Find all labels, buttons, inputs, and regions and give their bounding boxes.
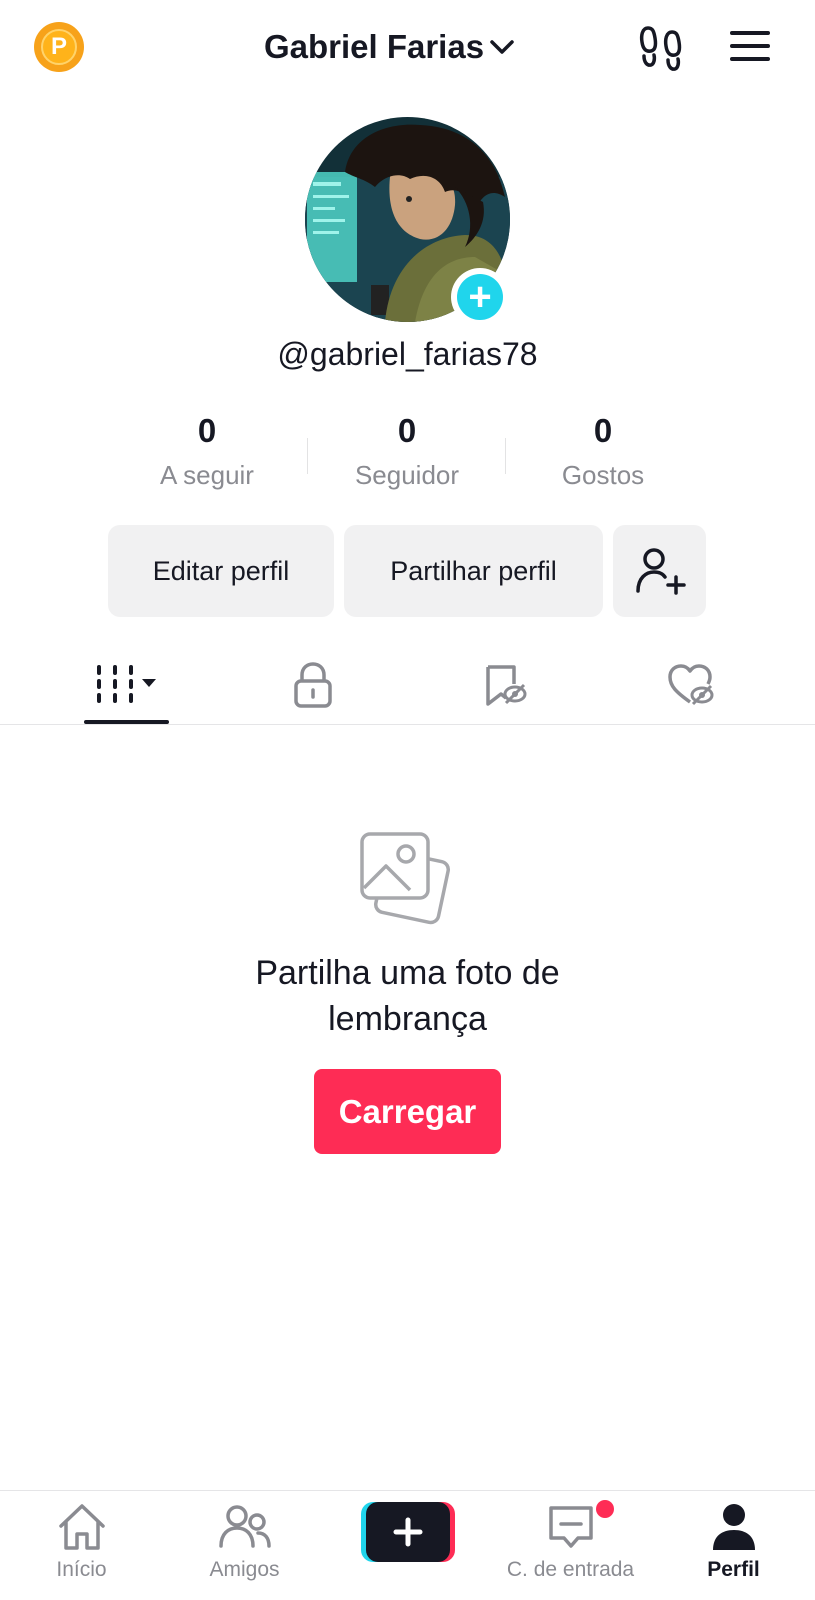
- page-title: Gabriel Farias: [263, 28, 485, 65]
- inbox-icon: [548, 1506, 593, 1548]
- coin-letter: P: [41, 29, 77, 65]
- liked-icon: [667, 664, 713, 706]
- upload-button[interactable]: Carregar: [314, 1069, 501, 1154]
- profile-icon: [712, 1504, 755, 1550]
- friends-icon: [218, 1505, 271, 1548]
- nav-inbox[interactable]: C. de entrada: [489, 1500, 652, 1595]
- nav-profile[interactable]: Perfil: [652, 1500, 815, 1595]
- nav-label: Amigos: [209, 1558, 280, 1581]
- footprint-icon[interactable]: [636, 22, 686, 72]
- edit-profile-button[interactable]: Editar perfil: [108, 525, 334, 617]
- home-icon: [58, 1504, 105, 1550]
- stat-value: 0: [593, 412, 613, 449]
- edit-profile-label: Editar perfil: [152, 555, 290, 586]
- add-user-icon: [635, 548, 686, 595]
- profile-handle: @gabriel_farias78: [277, 336, 538, 372]
- coin-icon[interactable]: P: [34, 22, 84, 72]
- menu-icon[interactable]: [728, 26, 772, 66]
- empty-state-message: Partilha uma foto de lembrança: [255, 954, 560, 1038]
- tabs-divider: [0, 724, 815, 725]
- nav-label: C. de entrada: [506, 1558, 635, 1581]
- account-switcher[interactable]: Gabriel Farias: [230, 24, 550, 70]
- stat-value: 0: [197, 412, 217, 449]
- stat-label: A seguir: [160, 460, 254, 490]
- chevron-down-icon: [490, 40, 514, 54]
- stat-divider: [307, 438, 308, 474]
- nav-label: Início: [56, 1558, 107, 1581]
- add-avatar-button[interactable]: +: [451, 268, 509, 326]
- plus-icon: +: [457, 274, 503, 320]
- bookmark-icon: [485, 665, 526, 706]
- stat-label: Seguidor: [354, 460, 460, 490]
- create-plus-icon[interactable]: [361, 1502, 455, 1562]
- nav-friends[interactable]: Amigos: [163, 1500, 326, 1595]
- nav-home[interactable]: Início: [0, 1500, 163, 1595]
- tab-liked[interactable]: [648, 650, 733, 720]
- tab-saved[interactable]: [462, 650, 547, 720]
- stat-followers[interactable]: 0 Seguidor: [312, 412, 502, 491]
- photo-icon: [360, 832, 451, 925]
- add-friend-button[interactable]: [613, 525, 706, 617]
- share-profile-button[interactable]: Partilhar perfil: [344, 525, 603, 617]
- tab-videos[interactable]: [84, 650, 169, 720]
- upload-label: Carregar: [338, 1092, 477, 1130]
- stat-label: Gostos: [561, 460, 645, 490]
- grid-icon: [96, 665, 156, 703]
- stat-divider: [505, 438, 506, 474]
- nav-label: Perfil: [707, 1558, 760, 1581]
- stat-value: 0: [397, 412, 417, 449]
- share-profile-label: Partilhar perfil: [390, 555, 557, 586]
- notification-dot: [596, 1500, 614, 1518]
- tab-private[interactable]: [270, 650, 355, 720]
- stat-following[interactable]: 0 A seguir: [112, 412, 302, 491]
- bottom-nav-divider: [0, 1490, 815, 1491]
- lock-icon: [293, 662, 332, 708]
- stat-likes[interactable]: 0 Gostos: [508, 412, 698, 491]
